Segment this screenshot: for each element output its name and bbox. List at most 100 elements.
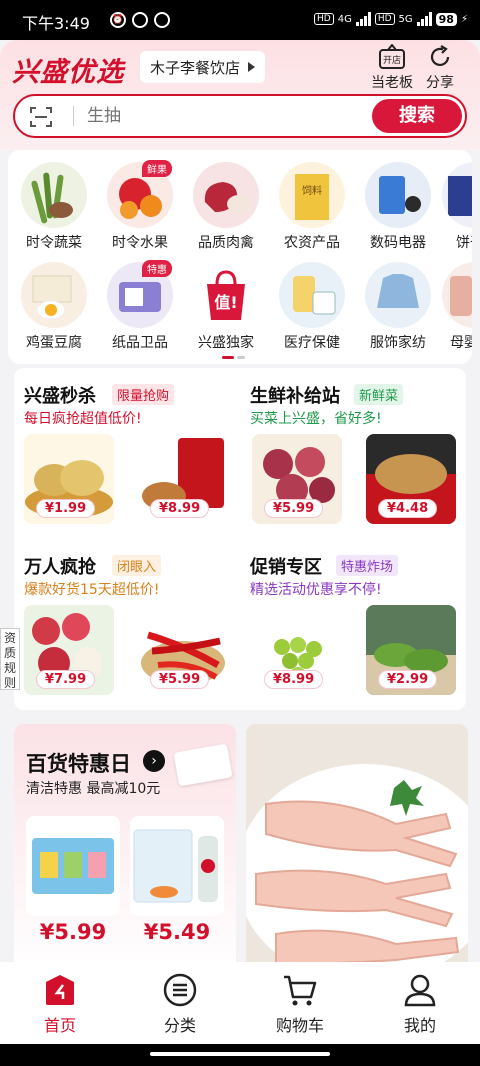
category-label: 母婴	[450, 335, 472, 351]
agri-image: 饲料	[279, 162, 345, 228]
category-exclusive[interactable]: 值! 兴盛独家	[184, 262, 268, 352]
promo-fresh[interactable]: 生鲜补给站 新鲜菜 买菜上兴盛，省好多! ¥5.99 ¥4.48	[240, 368, 466, 539]
promo-tag: 限量抢购	[112, 384, 175, 405]
daily-deals-banner[interactable]: 百货特惠日 › 清洁特惠 最高减10元 ¥5.99 ¥5.49	[14, 724, 236, 974]
promo-subtitle: 爆款好货15天超低价!	[24, 582, 160, 598]
promo-tag: 闭眼入	[112, 555, 162, 576]
category-badge: 特惠	[142, 260, 172, 277]
scan-icon[interactable]	[29, 105, 53, 133]
category-baby[interactable]: 母婴	[442, 262, 472, 352]
promo-title: 生鲜补给站	[250, 386, 340, 407]
search-input[interactable]	[87, 102, 367, 130]
category-digital[interactable]: 数码电器	[356, 162, 440, 252]
price-tag: ¥1.99	[36, 499, 96, 518]
agri-image-text: 饲料	[302, 184, 322, 197]
category-meat[interactable]: 品质肉禽	[184, 162, 268, 252]
hd-icon-2: HD	[374, 13, 395, 25]
bottom-tab-bar: 首页 分类 购物车 我的	[0, 962, 480, 1044]
product-price: ¥5.99	[39, 920, 107, 944]
tab-cart[interactable]: 购物车	[260, 970, 340, 1036]
promo-subtitle: 买菜上兴盛，省好多!	[250, 411, 382, 427]
search-button[interactable]: 搜索	[372, 99, 462, 133]
promo-title: 促销专区	[250, 557, 322, 578]
store-selector[interactable]: 木子李餐饮店	[140, 51, 266, 83]
category-paper[interactable]: 特惠 纸品卫品	[98, 260, 182, 352]
potato-image: ¥1.99	[24, 434, 114, 524]
price-tag: ¥4.48	[378, 499, 438, 518]
chili-image: ¥5.99	[138, 605, 228, 695]
category-label: 鸡蛋豆腐	[26, 335, 82, 351]
tab-category[interactable]: 分类	[140, 970, 220, 1036]
signal-icon	[355, 12, 371, 26]
price-tag: ¥5.99	[264, 499, 324, 518]
system-nav-bar	[0, 1044, 480, 1066]
chicken-feet-banner[interactable]	[246, 724, 468, 974]
signal-icon-2	[416, 12, 432, 26]
promo-sales-zone[interactable]: 促销专区 特惠炸场 精选活动优惠享不停! ¥8.99 ¥2.99	[240, 539, 466, 710]
category-grid: 时令蔬菜 鲜果 时令水果 品质肉禽 饲料 农资产品 数码电器 饼干	[8, 150, 472, 364]
promo-title: 万人疯抢	[24, 557, 96, 578]
category-label: 医疗保健	[284, 335, 340, 351]
promo-subtitle: 精选活动优惠享不停!	[250, 582, 382, 598]
promo-tag: 特惠炸场	[336, 555, 399, 576]
home-gesture-bar[interactable]	[150, 1052, 330, 1056]
app-notification-icon-2	[154, 12, 170, 28]
qualification-rules-tab[interactable]: 资质规则	[0, 628, 20, 690]
tissue-box-image	[173, 743, 233, 787]
grape-image: ¥8.99	[252, 605, 342, 695]
tab-label: 购物车	[275, 1016, 324, 1035]
search-divider	[73, 106, 74, 126]
daily-deals-title: 百货特惠日	[26, 752, 131, 776]
price-tag: ¥8.99	[264, 670, 324, 689]
notification-icons: ⏰	[110, 12, 170, 28]
meat-image	[193, 162, 259, 228]
peanut-image: ¥8.99	[138, 434, 228, 524]
tab-profile[interactable]: 我的	[380, 970, 460, 1036]
category-label: 时令水果	[112, 235, 168, 251]
category-eggs[interactable]: 鸡蛋豆腐	[12, 262, 96, 352]
category-health[interactable]: 医疗保健	[270, 262, 354, 352]
category-badge: 鲜果	[142, 160, 172, 177]
category-apparel[interactable]: 服饰家纺	[356, 262, 440, 352]
tab-label: 首页	[43, 1016, 76, 1035]
user-icon	[380, 970, 460, 1010]
exclusive-image-text: 值!	[214, 293, 237, 312]
price-tag: ¥8.99	[150, 499, 210, 518]
list-icon	[140, 970, 220, 1010]
page-indicator	[222, 356, 245, 359]
category-biscuits[interactable]: 饼干	[442, 162, 472, 252]
price-tag: ¥7.99	[36, 670, 96, 689]
share-icon	[410, 42, 470, 70]
store-name: 木子李餐饮店	[150, 58, 241, 77]
category-label: 品质肉禽	[198, 235, 254, 251]
eggs-image	[21, 262, 87, 328]
category-label: 数码电器	[370, 235, 426, 251]
search-bar: 搜索	[13, 94, 467, 138]
product-card[interactable]	[26, 816, 120, 916]
ginger-image: ¥4.48	[366, 434, 456, 524]
promo-tag: 新鲜菜	[354, 384, 404, 405]
cart-icon	[260, 970, 340, 1010]
health-image	[279, 262, 345, 328]
category-label: 农资产品	[284, 235, 340, 251]
promo-subtitle: 每日疯抢超值低价!	[24, 411, 142, 427]
category-vegetables[interactable]: 时令蔬菜	[12, 162, 96, 252]
category-agri[interactable]: 饲料 农资产品	[270, 162, 354, 252]
caret-right-icon	[248, 62, 256, 72]
home-icon	[20, 970, 100, 1010]
promo-flash-sale[interactable]: 兴盛秒杀 限量抢购 每日疯抢超值低价! ¥1.99 ¥8.99	[14, 368, 240, 539]
plum-image: ¥5.99	[252, 434, 342, 524]
tab-home[interactable]: 首页	[20, 970, 100, 1036]
net-label: 4G	[337, 13, 352, 25]
category-fruits[interactable]: 鲜果 时令水果	[98, 160, 182, 252]
share-button[interactable]: 分享	[410, 42, 470, 92]
alarm-icon: ⏰	[110, 12, 126, 28]
baby-image	[442, 262, 472, 328]
product-card[interactable]	[130, 816, 224, 916]
status-time: 下午3:49	[22, 14, 90, 33]
promo-title: 兴盛秒杀	[24, 386, 96, 407]
promo-hot-deals[interactable]: 万人疯抢 闭眼入 爆款好货15天超低价! ¥7.99 ¥5.99	[14, 539, 240, 710]
category-label: 服饰家纺	[370, 335, 426, 351]
category-label: 纸品卫品	[112, 335, 168, 351]
product-price: ¥5.49	[143, 920, 211, 944]
